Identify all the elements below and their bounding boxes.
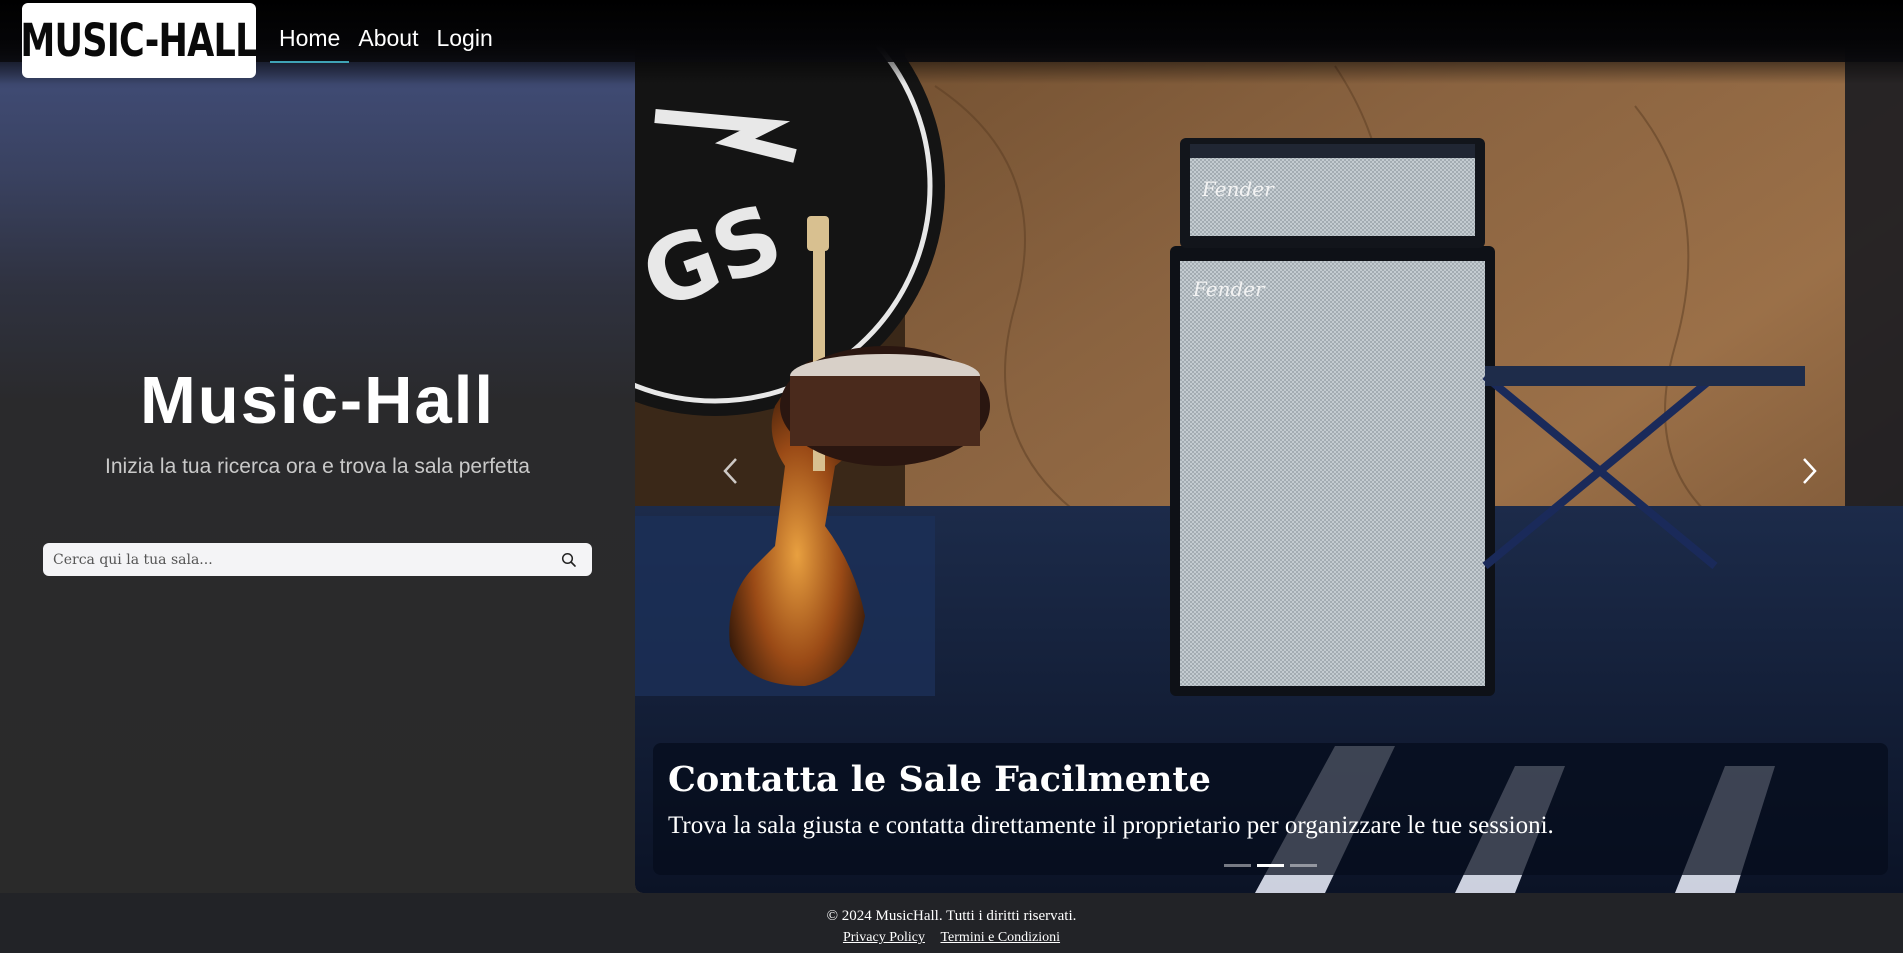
hero-subtitle: Inizia la tua ricerca ora e trova la sal…	[105, 455, 530, 478]
logo-text: MUSIC-HALL	[20, 14, 258, 67]
search-input[interactable]	[43, 544, 558, 575]
caption-text: Trova la sala giusta e contatta direttam…	[668, 812, 1554, 839]
svg-text:Fender: Fender	[1192, 277, 1266, 301]
nav-login[interactable]: Login	[427, 22, 501, 63]
carousel-indicators	[1224, 864, 1317, 867]
carousel-indicator-3[interactable]	[1290, 864, 1317, 867]
carousel-indicator-2[interactable]	[1257, 864, 1284, 867]
privacy-policy-link[interactable]: Privacy Policy	[843, 930, 925, 945]
chevron-left-icon	[723, 458, 737, 484]
terms-link[interactable]: Termini e Condizioni	[940, 930, 1060, 945]
footer-links: Privacy Policy Termini e Condizioni	[0, 930, 1903, 946]
hero-carousel: GS Fender Fender Contatta le Sale Facilm…	[635, 46, 1903, 893]
carousel-next-button[interactable]	[1795, 451, 1825, 491]
footer-copyright: © 2024 MusicHall. Tutti i diritti riserv…	[826, 908, 1077, 924]
carousel-indicator-1[interactable]	[1224, 864, 1251, 867]
footer: © 2024 MusicHall. Tutti i diritti riserv…	[0, 893, 1903, 953]
search-bar	[43, 543, 592, 576]
hero-title: Music-Hall	[139, 363, 496, 438]
nav-about[interactable]: About	[349, 22, 427, 63]
carousel-prev-button[interactable]	[715, 451, 745, 491]
chevron-right-icon	[1803, 458, 1817, 484]
nav-menu: Home About Login	[270, 22, 502, 63]
hero-panel: Music-Hall Inizia la tua ricerca ora e t…	[0, 0, 635, 893]
caption-title: Contatta le Sale Facilmente	[668, 759, 1211, 800]
search-icon[interactable]	[558, 549, 580, 571]
svg-text:Fender: Fender	[1201, 177, 1275, 201]
carousel-caption: Contatta le Sale Facilmente Trova la sal…	[653, 743, 1888, 875]
nav-home[interactable]: Home	[270, 22, 350, 63]
logo[interactable]: MUSIC-HALL	[20, 3, 258, 78]
